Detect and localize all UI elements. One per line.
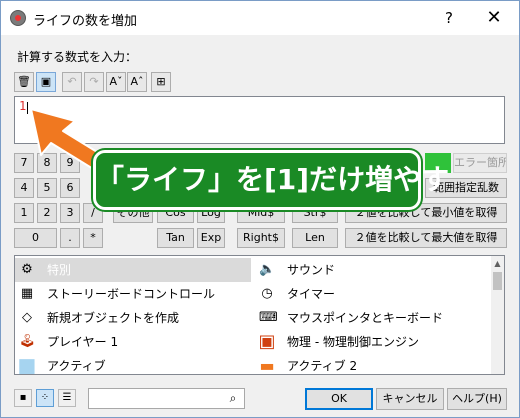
list-item[interactable]: ⚙ 特別 [15,258,251,282]
list-item[interactable]: ▦ ストーリーボードコントロール [15,282,251,306]
exp-button[interactable]: Exp [197,228,225,248]
prompt-label: 計算する数式を入力： [17,50,138,64]
timer-icon: ◷ [261,286,273,301]
speaker-icon: 🔈 [259,262,276,277]
joystick-icon: 🕹 [19,334,36,349]
title-bar: ライフの数を増加 ? ✕ [1,1,519,35]
list-item[interactable]: ▣ 物理 - 物理制御エンジン [255,330,489,354]
font-smaller-icon[interactable]: Aˇ [106,72,126,92]
list-view-icon[interactable]: ☰ [58,389,76,407]
storyboard-icon: ▦ [20,286,34,301]
key-4[interactable]: 4 [14,178,34,198]
search-box[interactable]: ⌕ [88,388,245,409]
key-5[interactable]: 5 [37,178,57,198]
list-item-label: 物理 - 物理制御エンジン [287,335,419,349]
list-item-label: 特別 [47,263,72,277]
redo-icon[interactable]: ↷ [84,72,104,92]
app-icon [10,10,26,26]
list-item-label: タイマー [287,287,336,301]
insert-icon[interactable]: ▣ [36,72,56,92]
list-item[interactable]: ◇ 新規オブジェクトを作成 [15,306,251,330]
close-button[interactable]: ✕ [471,1,517,35]
gears-icon: ⚙ [21,262,33,277]
font-larger-icon[interactable]: Aˆ [127,72,147,92]
list-scrollbar[interactable]: ▲ [491,256,504,374]
key-2[interactable]: 2 [37,203,57,223]
list-item-label: プレイヤー 1 [47,335,119,349]
ok-button[interactable]: OK [305,388,373,410]
help-title-button[interactable]: ? [429,1,469,35]
list-item[interactable]: 🔈 サウンド [255,258,489,282]
list-item[interactable]: ■ アクティブ [15,353,251,375]
list-item-label: ストーリーボードコントロール [47,287,216,301]
key-decimal[interactable]: . [60,228,80,248]
key-1[interactable]: 1 [14,203,34,223]
list-item[interactable]: ▬ アクティブ 2 [255,354,489,375]
key-multiply[interactable]: * [83,228,103,248]
undo-icon[interactable]: ↶ [62,72,82,92]
len-button[interactable]: Len [292,228,338,248]
key-0[interactable]: 0 [14,228,57,248]
new-object-icon: ◇ [22,310,32,325]
trash-icon[interactable]: 🗑 [14,72,34,92]
scroll-up-icon[interactable]: ▲ [491,258,504,270]
list-item-label: 新規オブジェクトを作成 [47,311,180,325]
small-icons-view-icon[interactable]: ⁘ [36,389,54,407]
list-item-label: アクティブ 2 [287,359,358,373]
large-icons-view-icon[interactable]: ▪ [14,389,32,407]
expression-dialog: ライフの数を増加 ? ✕ 計算する数式を入力： 🗑 ▣ ↶ ↷ Aˇ Aˆ ⊞ … [0,0,520,418]
keyboard-icon: ⌨ [259,310,278,325]
list-item[interactable]: ⌨ マウスポインタとキーボード [255,306,489,330]
active2-icon: ▬ [259,356,275,375]
scroll-thumb[interactable] [493,272,502,290]
physics-icon: ▣ [258,331,276,352]
right-button[interactable]: Right$ [237,228,285,248]
search-icon[interactable]: ⌕ [224,390,242,407]
list-item[interactable]: ◷ タイマー [255,282,489,306]
annotation-callout: 「ライフ」を[1]だけ増やす [93,150,449,210]
list-item-label: アクティブ [47,359,106,373]
list-item-label: サウンド [287,263,336,277]
object-list[interactable]: ⚙ 特別 ▦ ストーリーボードコントロール ◇ 新規オブジェクトを作成 🕹 プレ… [14,255,505,375]
key-3[interactable]: 3 [60,203,80,223]
key-6[interactable]: 6 [60,178,80,198]
active-icon: ■ [17,353,37,375]
cancel-button[interactable]: キャンセル [376,388,444,410]
max-compare-button[interactable]: ２値を比較して最大値を取得 [345,228,507,248]
search-input[interactable] [91,390,223,408]
help-button[interactable]: ヘルプ(H) [447,388,507,410]
grid-icon[interactable]: ⊞ [151,72,171,92]
error-location-button[interactable]: エラー箇所 [453,153,507,173]
list-item-label: マウスポインタとキーボード [287,311,444,325]
list-item[interactable]: 🕹 プレイヤー 1 [15,330,251,354]
tan-button[interactable]: Tan [157,228,194,248]
window-title: ライフの数を増加 [33,14,138,29]
